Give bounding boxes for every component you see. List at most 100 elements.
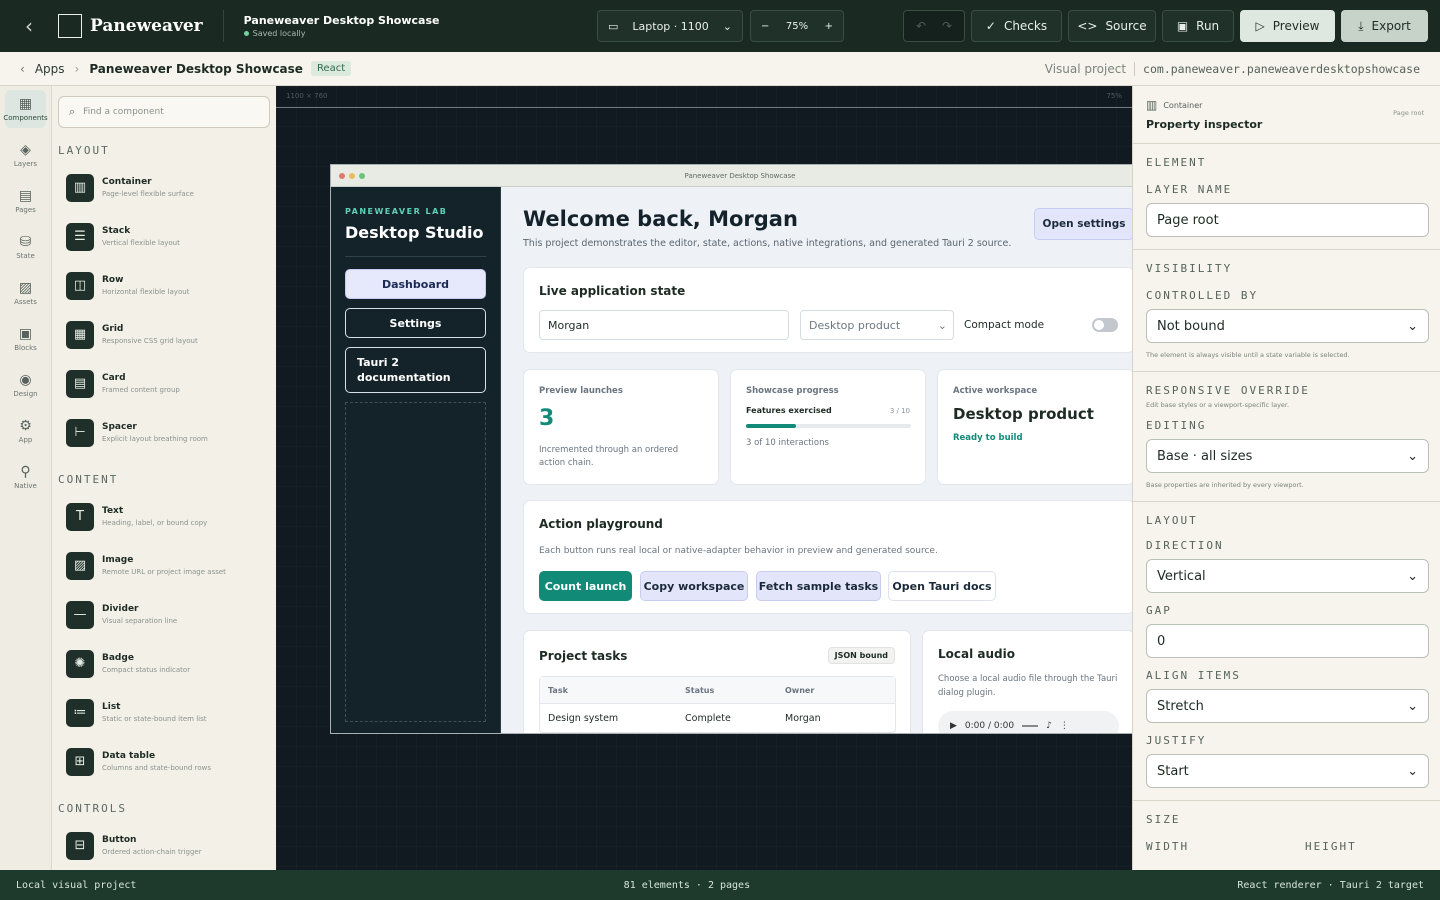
editing-select[interactable]: Base · all sizes ⌄	[1146, 439, 1429, 473]
component-name: List	[102, 702, 121, 712]
component-stack[interactable]: ☰ Stack Vertical flexible layout	[52, 212, 276, 261]
gap-input[interactable]: 0	[1146, 624, 1429, 658]
undo-icon[interactable]: ↶	[916, 19, 926, 33]
open-tauri-docs-button[interactable]: Open Tauri docs	[888, 571, 996, 601]
direction-select[interactable]: Vertical ⌄	[1146, 559, 1429, 593]
live-state-title: Live application state	[539, 284, 686, 298]
progress-label: Showcase progress	[746, 386, 839, 396]
component-divider[interactable]: — Divider Visual separation line	[52, 590, 276, 639]
rail-pages[interactable]: ▤ Pages	[0, 178, 51, 224]
component-name: Button	[102, 835, 137, 845]
visibility-hint: The element is always visible until a st…	[1146, 351, 1350, 359]
rail-blocks[interactable]: ▣ Blocks	[0, 316, 51, 362]
inspector-divider	[1133, 371, 1440, 372]
controlled-by-select[interactable]: Not bound ⌄	[1146, 309, 1429, 343]
layer-name-input[interactable]: Page root	[1146, 203, 1429, 237]
align-items-select[interactable]: Stretch ⌄	[1146, 689, 1429, 723]
component-spacer[interactable]: ⊢ Spacer Explicit layout breathing room	[52, 408, 276, 457]
workspace-card: Active workspace Desktop product Ready t…	[937, 369, 1132, 485]
rail-app[interactable]: ⚙ App	[0, 408, 51, 454]
fetch-sample-tasks-button[interactable]: Fetch sample tasks	[756, 571, 881, 601]
count-launch-button[interactable]: Count launch	[539, 571, 632, 601]
progress-track	[746, 424, 911, 428]
preview-button[interactable]: ▷ Preview	[1240, 10, 1335, 42]
canvas-size-label: 1100 × 760	[286, 92, 328, 100]
align-items-label: ALIGN ITEMS	[1146, 669, 1241, 682]
design-canvas[interactable]: 1100 × 760 75% Paneweaver Desktop Showca…	[276, 86, 1132, 870]
container-icon: ▥	[66, 173, 94, 202]
rail-state[interactable]: ⛁ State	[0, 224, 51, 270]
component-badge[interactable]: ✺ Badge Compact status indicator	[52, 639, 276, 688]
component-data-table[interactable]: ⊞ Data table Columns and state-bound rows	[52, 737, 276, 786]
chevron-right-icon: ›	[74, 61, 80, 76]
component-row[interactable]: ◫ Row Horizontal flexible layout	[52, 261, 276, 310]
component-desc: Responsive CSS grid layout	[102, 337, 198, 345]
checks-button[interactable]: ✓ Checks	[971, 10, 1062, 42]
product-select[interactable]: Desktop product ⌄	[800, 310, 954, 340]
framework-badge: React	[310, 61, 352, 76]
sidebar-eyebrow: PANEWEAVER LAB	[345, 207, 448, 216]
chevron-down-icon: ⌄	[937, 318, 947, 332]
component-text[interactable]: T Text Heading, label, or bound copy	[52, 492, 276, 541]
component-card[interactable]: ▤ Card Framed content group	[52, 359, 276, 408]
inspector-kind-label: Container	[1163, 100, 1203, 110]
zoom-out-icon[interactable]: −	[761, 21, 769, 32]
component-list[interactable]: ≔ List Static or state-bound item list	[52, 688, 276, 737]
local-audio-title: Local audio	[938, 647, 1015, 661]
component-button[interactable]: ⊟ Button Ordered action-chain trigger	[52, 821, 276, 870]
volume-icon[interactable]: ♪	[1046, 721, 1052, 731]
rail-label: Components	[3, 113, 48, 122]
compact-mode-toggle[interactable]	[1092, 318, 1118, 332]
nav-dashboard[interactable]: Dashboard	[345, 269, 486, 299]
name-input[interactable]: Morgan	[539, 310, 789, 340]
section-controls: CONTROLS	[58, 802, 127, 815]
progress-card: Showcase progress Features exercised 3 /…	[730, 369, 926, 485]
inspector-scope: Page root	[1393, 109, 1424, 117]
preview-window[interactable]: Paneweaver Desktop Showcase PANEWEAVER L…	[330, 164, 1132, 734]
editing-value: Base · all sizes	[1157, 448, 1253, 464]
rail-native[interactable]: ⚲ Native	[0, 454, 51, 500]
play-icon[interactable]: ▶	[950, 721, 957, 731]
redo-icon[interactable]: ↷	[942, 19, 952, 33]
run-button[interactable]: ▣ Run	[1162, 10, 1234, 42]
component-search-input[interactable]: ⌕ Find a component	[58, 96, 270, 128]
inspector-divider	[1133, 800, 1440, 801]
back-icon[interactable]: ‹	[0, 0, 58, 52]
progress-value: 3 / 10	[889, 407, 910, 415]
audio-player[interactable]: ▶ 0:00 / 0:00 ♪ ⋮	[938, 711, 1119, 733]
brand-name: Paneweaver	[90, 16, 203, 36]
rail-layers[interactable]: ◈ Layers	[0, 132, 51, 178]
rail-assets[interactable]: ▨ Assets	[0, 270, 51, 316]
welcome-heading: Welcome back, Morgan	[523, 207, 798, 231]
open-settings-button[interactable]: Open settings	[1034, 208, 1132, 240]
zoom-in-icon[interactable]: +	[825, 21, 833, 32]
inspector-divider	[1133, 249, 1440, 250]
component-grid[interactable]: ▦ Grid Responsive CSS grid layout	[52, 310, 276, 359]
seek-bar[interactable]	[1022, 725, 1039, 727]
zoom-control: − 75% +	[750, 10, 844, 42]
breadcrumb-apps[interactable]: Apps	[35, 62, 65, 76]
size-label: SIZE	[1146, 813, 1181, 826]
table-row[interactable]: Design system Complete Morgan	[540, 704, 895, 732]
rail-design[interactable]: ◉ Design	[0, 362, 51, 408]
component-container[interactable]: ▥ Container Page-level flexible surface	[52, 163, 276, 212]
more-icon[interactable]: ⋮	[1060, 721, 1069, 731]
chevron-down-icon: ⌄	[1407, 448, 1418, 464]
rail-components[interactable]: ▦ Components	[3, 90, 48, 128]
direction-value: Vertical	[1157, 568, 1206, 584]
copy-workspace-button[interactable]: Copy workspace	[640, 571, 748, 601]
saved-dot-icon	[243, 31, 249, 36]
component-image[interactable]: ▨ Image Remote URL or project image asset	[52, 541, 276, 590]
controlled-by-label: CONTROLLED BY	[1146, 289, 1259, 302]
container-icon: ▥	[1146, 98, 1158, 112]
viewport-select[interactable]: ▭ Laptop · 1100 ⌄	[597, 10, 743, 42]
source-button[interactable]: <> Source	[1068, 10, 1156, 42]
justify-select[interactable]: Start ⌄	[1146, 754, 1429, 788]
export-button[interactable]: ⤓ Export	[1341, 10, 1428, 42]
component-name: Image	[102, 555, 134, 565]
visibility-label: VISIBILITY	[1146, 262, 1233, 275]
nav-settings[interactable]: Settings	[345, 308, 486, 338]
chevron-left-icon[interactable]: ‹	[20, 62, 25, 76]
nav-tauri-docs[interactable]: Tauri 2 documentation	[345, 347, 486, 393]
canvas-ruler: 1100 × 760 75%	[276, 86, 1132, 108]
